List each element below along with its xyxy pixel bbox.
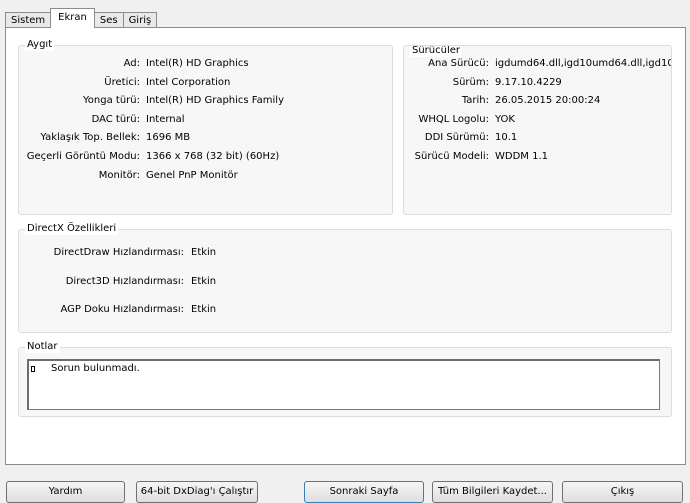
device-manufacturer-label: Üretici: (104, 77, 140, 88)
tab-strip: Sistem Ekran Ses Giriş (5, 8, 158, 28)
device-dac-type-label: DAC türü: (91, 114, 140, 125)
drivers-main-label: Ana Sürücü: (428, 58, 489, 69)
tab-input[interactable]: Giriş (122, 12, 158, 28)
tab-system[interactable]: Sistem (5, 12, 52, 28)
device-memory-value: 1696 MB (146, 132, 191, 143)
device-name-label: Ad: (123, 58, 140, 69)
directdraw-label: DirectDraw Hızlandırması: (53, 247, 184, 258)
device-memory-label: Yaklaşık Top. Bellek: (40, 132, 140, 143)
device-chip-type-value: Intel(R) HD Graphics Family (146, 95, 284, 106)
tab-display[interactable]: Ekran (50, 8, 95, 28)
directx-group-title: DirectX Özellikleri (25, 223, 119, 235)
drivers-ddi-value: 10.1 (495, 132, 518, 143)
drivers-whql-label: WHQL Logolu: (418, 114, 490, 125)
drivers-main-value: igdumd64.dll,igd10umd64.dll,igd10um (495, 58, 671, 69)
drivers-model-label: Sürücü Modeli: (414, 151, 489, 162)
device-chip-type-label: Yonga türü: (83, 95, 140, 106)
device-group-title: Aygıt (25, 39, 55, 51)
notes-group-title: Notlar (25, 341, 60, 353)
device-dac-type-value: Internal (146, 114, 185, 125)
drivers-date-label: Tarih: (461, 95, 489, 106)
notes-group: Notlar Sorun bulunmadı. (18, 341, 672, 417)
agp-value: Etkin (191, 304, 217, 315)
notes-item: Sorun bulunmadı. (51, 363, 140, 374)
directx-group: DirectX Özellikleri DirectDraw Hızlandır… (18, 223, 672, 333)
device-group: Aygıt Ad: Intel(R) HD Graphics Üretici: … (18, 39, 393, 215)
drivers-model-value: WDDM 1.1 (495, 151, 548, 162)
notes-textbox[interactable]: Sorun bulunmadı. (27, 359, 660, 410)
drivers-group: Sürücüler Ana Sürücü: igdumd64.dll,igd10… (403, 45, 672, 215)
drivers-version-value: 9.17.10.4229 (495, 77, 562, 88)
drivers-date-value: 26.05.2015 20:00:24 (495, 95, 601, 106)
agp-label: AGP Doku Hızlandırması: (60, 304, 184, 315)
drivers-version-label: Sürüm: (452, 77, 489, 88)
directdraw-value: Etkin (191, 247, 217, 258)
drivers-whql-value: YOK (495, 114, 515, 125)
device-display-mode-label: Geçerli Görüntü Modu: (26, 151, 140, 162)
device-name-value: Intel(R) HD Graphics (146, 58, 249, 69)
direct3d-value: Etkin (191, 276, 217, 287)
device-manufacturer-value: Intel Corporation (146, 77, 231, 88)
bullet-icon (31, 366, 35, 372)
display-tab-panel: Aygıt Ad: Intel(R) HD Graphics Üretici: … (5, 27, 686, 465)
device-monitor-label: Monitör: (98, 170, 140, 181)
drivers-group-title: Sürücüler (410, 45, 463, 57)
tab-sound[interactable]: Ses (93, 12, 124, 28)
device-monitor-value: Genel PnP Monitör (146, 170, 238, 181)
drivers-ddi-label: DDI Sürümü: (424, 132, 489, 143)
direct3d-label: Direct3D Hızlandırması: (65, 276, 184, 287)
device-display-mode-value: 1366 x 768 (32 bit) (60Hz) (146, 151, 280, 162)
